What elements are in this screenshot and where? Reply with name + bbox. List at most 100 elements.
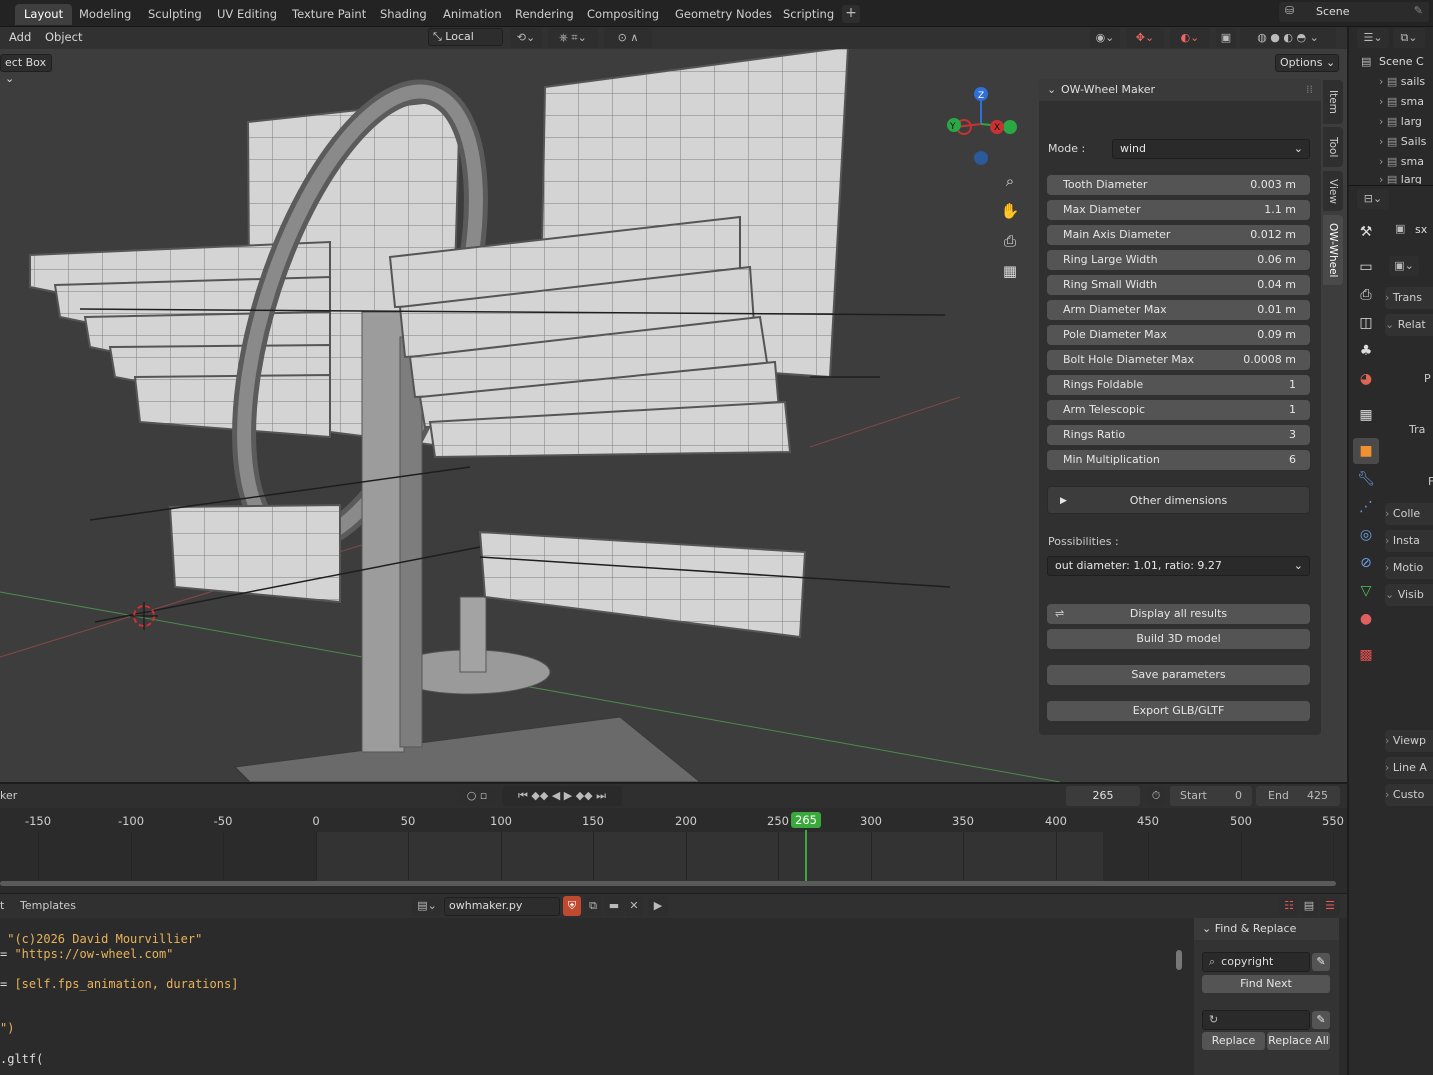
code-line[interactable]: .gltf( bbox=[0, 1052, 43, 1066]
overlays-icon[interactable]: ◐⌄ bbox=[1170, 28, 1210, 48]
add-menu[interactable]: Add bbox=[9, 30, 31, 44]
tab-animation[interactable]: Animation bbox=[434, 4, 511, 25]
templates-menu[interactable]: Templates bbox=[20, 899, 76, 912]
ring-small-width-field[interactable]: Ring Small Width 0.04 m bbox=[1047, 275, 1310, 295]
code-line[interactable]: = [self.fps_animation, durations] bbox=[0, 977, 238, 991]
rings-ratio-field[interactable]: Rings Ratio 3 bbox=[1047, 425, 1310, 445]
motion-paths-section[interactable]: › Motio bbox=[1385, 557, 1433, 579]
max-diameter-field[interactable]: Max Diameter 1.1 m bbox=[1047, 200, 1310, 220]
ring-large-width-field[interactable]: Ring Large Width 0.06 m bbox=[1047, 250, 1310, 270]
tool-icon[interactable]: ⚒ bbox=[1353, 219, 1379, 245]
options-dropdown[interactable]: Options ⌄ bbox=[1275, 54, 1339, 72]
world-icon[interactable]: ◕ bbox=[1353, 366, 1379, 392]
find-input[interactable]: ⌕ copyright bbox=[1202, 952, 1310, 972]
modifier-wrench-icon[interactable]: 🔧︎ bbox=[1353, 466, 1379, 492]
save-parameters-button[interactable]: Save parameters bbox=[1047, 665, 1310, 685]
replace-input[interactable]: ↻ bbox=[1202, 1010, 1310, 1030]
data-icon[interactable]: ▽ bbox=[1353, 578, 1379, 604]
tab-modeling[interactable]: Modeling bbox=[70, 4, 140, 25]
record-icon[interactable]: ○ ▫ bbox=[457, 786, 497, 806]
line-art-section[interactable]: › Line A bbox=[1385, 757, 1433, 779]
tab-scripting[interactable]: Scripting bbox=[774, 4, 843, 25]
shading-modes[interactable]: ◍ ● ◐ ◓ ⌄ bbox=[1240, 28, 1336, 48]
stopwatch-icon[interactable]: ⏱ bbox=[1146, 786, 1166, 806]
filter-icon[interactable]: ⧉⌄ bbox=[1393, 28, 1425, 48]
run-script-icon[interactable]: ▶ bbox=[648, 896, 668, 916]
transform-orientation-dropdown[interactable]: ⤡ Local bbox=[428, 28, 503, 46]
outliner-row[interactable]: › ▤ larg bbox=[1379, 112, 1422, 132]
xray-icon[interactable]: ▣ bbox=[1216, 28, 1236, 48]
end-frame-field[interactable]: End 425 bbox=[1256, 786, 1340, 806]
pin-icon[interactable]: ✎ bbox=[1414, 4, 1423, 17]
tab-tool[interactable]: Tool bbox=[1323, 127, 1343, 167]
filename-field[interactable]: owhmaker.py bbox=[444, 897, 560, 916]
text-datablock-icon[interactable]: ▤⌄ bbox=[412, 896, 442, 916]
find-replace-header[interactable]: ⌄ Find & Replace bbox=[1194, 918, 1339, 940]
other-dimensions-subpanel[interactable]: ▶ Other dimensions bbox=[1047, 486, 1310, 514]
syntax-highlight-icon[interactable]: ☰ bbox=[1320, 896, 1340, 916]
output-icon[interactable]: ⎙ bbox=[1353, 282, 1379, 308]
eyedropper-icon[interactable]: ✎ bbox=[1312, 953, 1330, 971]
outliner-row[interactable]: › ▤ larg bbox=[1379, 170, 1422, 184]
camera-icon[interactable]: ⎙ bbox=[997, 228, 1023, 254]
close-icon[interactable]: ✕ bbox=[625, 896, 643, 916]
texture-icon[interactable]: ▩ bbox=[1353, 642, 1379, 668]
playhead[interactable] bbox=[805, 830, 807, 886]
rings-foldable-field[interactable]: Rings Foldable 1 bbox=[1047, 375, 1310, 395]
display-all-results-button[interactable]: ⇌ Display all results bbox=[1047, 604, 1310, 624]
min-multiplication-field[interactable]: Min Multiplication 6 bbox=[1047, 450, 1310, 470]
collection-icon[interactable]: ▦ bbox=[1353, 402, 1379, 428]
drag-handle-icon[interactable]: ⁞⁞ bbox=[1306, 83, 1313, 96]
timeline-menu-label[interactable]: ker bbox=[0, 789, 17, 802]
zoom-icon[interactable]: ⌕ bbox=[997, 168, 1023, 194]
arm-diameter-max-field[interactable]: Arm Diameter Max 0.01 m bbox=[1047, 300, 1310, 320]
code-line[interactable]: = "https://ow-wheel.com" bbox=[0, 947, 173, 961]
tab-item[interactable]: Item bbox=[1323, 80, 1343, 124]
viewport-display-section[interactable]: › Viewp bbox=[1385, 730, 1433, 752]
outliner-row[interactable]: › ▤ sma bbox=[1379, 152, 1424, 172]
current-frame-field[interactable]: 265 bbox=[1066, 786, 1140, 806]
tab-texture-paint[interactable]: Texture Paint bbox=[283, 4, 375, 25]
main-axis-diameter-field[interactable]: Main Axis Diameter 0.012 m bbox=[1047, 225, 1310, 245]
bolt-hole-diameter-max-field[interactable]: Bolt Hole Diameter Max 0.0008 m bbox=[1047, 350, 1310, 370]
timeline-scrollbar[interactable] bbox=[0, 881, 1336, 886]
view-layer-icon[interactable]: ◫ bbox=[1353, 310, 1379, 336]
physics-icon[interactable]: ◎ bbox=[1353, 522, 1379, 548]
pole-diameter-max-field[interactable]: Pole Diameter Max 0.09 m bbox=[1047, 325, 1310, 345]
outliner-row[interactable]: › ▤ Sails bbox=[1379, 132, 1426, 152]
tab-compositing[interactable]: Compositing bbox=[578, 4, 668, 25]
timeline[interactable]: ker ○ ▫ ⏮ ◆◆ ◀ ▶ ◆◆ ⏭ 265 ⏱ Start 0 End 42… bbox=[0, 784, 1347, 893]
tab-geometry-nodes[interactable]: Geometry Nodes bbox=[666, 4, 781, 25]
tab-sculpting[interactable]: Sculpting bbox=[139, 4, 211, 25]
tab-shading[interactable]: Shading bbox=[371, 4, 436, 25]
code-line[interactable]: "(c)2026 David Mourvillier" bbox=[0, 932, 202, 946]
replace-all-button[interactable]: Replace All bbox=[1267, 1032, 1330, 1050]
find-next-button[interactable]: Find Next bbox=[1202, 975, 1330, 993]
add-workspace-button[interactable]: + bbox=[842, 5, 860, 23]
material-icon[interactable]: ● bbox=[1353, 606, 1379, 632]
word-wrap-icon[interactable]: ▤ bbox=[1300, 896, 1318, 916]
visibility-icon[interactable]: ◉⌄ bbox=[1090, 28, 1120, 48]
display-mode-icon[interactable]: ☰⌄ bbox=[1357, 28, 1389, 48]
object-menu[interactable]: Object bbox=[45, 30, 82, 44]
text-editor[interactable]: t Templates ▤⌄ owhmaker.py ⛨ ⧉ ▬ ✕ ▶ ☷ ▤… bbox=[0, 894, 1347, 1075]
relations-section[interactable]: ⌄ Relat bbox=[1385, 314, 1433, 336]
playback-controls[interactable]: ⏮ ◆◆ ◀ ▶ ◆◆ ⏭ bbox=[502, 786, 622, 806]
tab-layout[interactable]: Layout bbox=[15, 4, 73, 25]
eyedropper-icon[interactable]: ✎ bbox=[1312, 1011, 1330, 1029]
pivot-icon[interactable]: ⟲⌄ bbox=[510, 28, 542, 48]
collections-section[interactable]: › Colle bbox=[1385, 503, 1433, 525]
render-icon[interactable]: ▭ bbox=[1353, 254, 1379, 280]
arm-telescopic-field[interactable]: Arm Telescopic 1 bbox=[1047, 400, 1310, 420]
possibilities-select[interactable]: out diameter: 1.01, ratio: 9.27 ⌄ bbox=[1047, 556, 1310, 576]
constraints-icon[interactable]: ⊘ bbox=[1353, 550, 1379, 576]
playhead-frame-label[interactable]: 265 bbox=[791, 812, 821, 828]
text-scrollbar[interactable] bbox=[1176, 950, 1182, 970]
mode-select[interactable]: wind ⌄ bbox=[1112, 139, 1310, 159]
line-numbers-icon[interactable]: ☷ bbox=[1279, 896, 1299, 916]
visibility-section[interactable]: ⌄ Visib bbox=[1385, 584, 1433, 606]
object-data-dropdown[interactable]: ▣⌄ bbox=[1389, 256, 1419, 276]
select-box-dropdown[interactable]: ect Box ⌄ bbox=[0, 54, 52, 85]
tab-ow-wheel[interactable]: OW-Wheel bbox=[1323, 215, 1343, 285]
gizmo-icon[interactable]: ✥⌄ bbox=[1126, 28, 1164, 48]
